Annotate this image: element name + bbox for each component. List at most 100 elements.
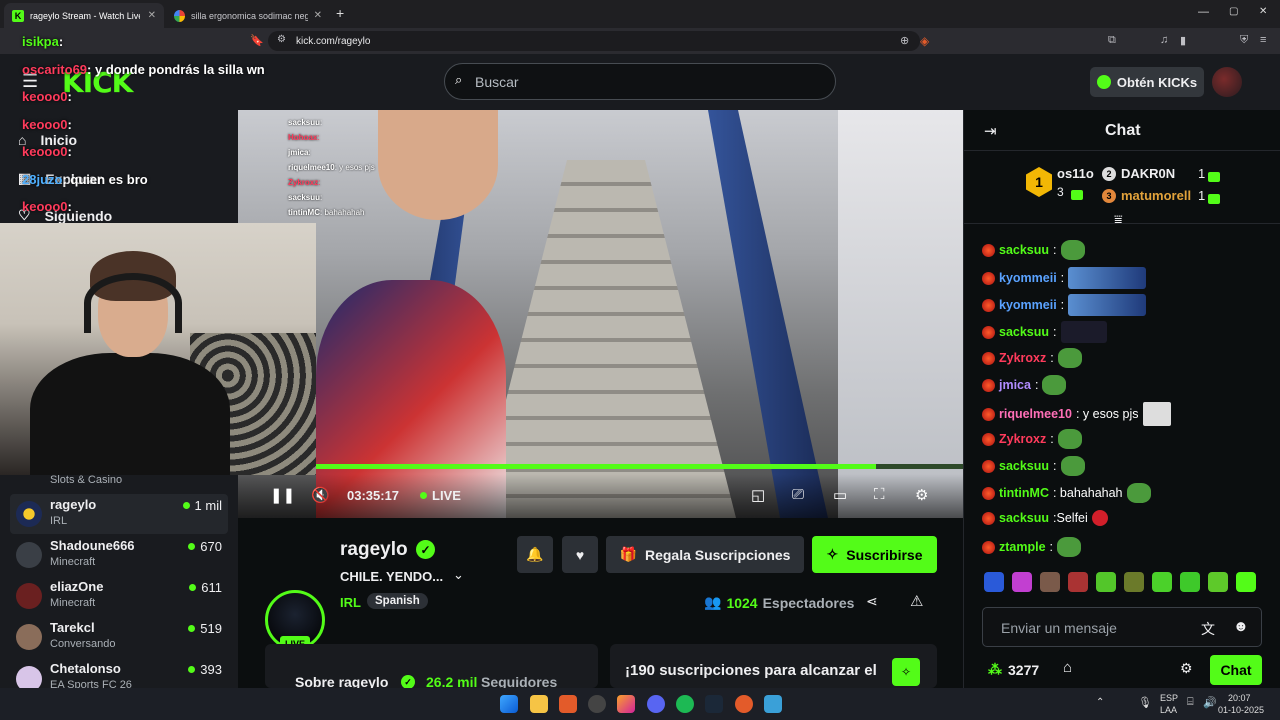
chat-settings-gear-icon[interactable]: ⚙ xyxy=(1180,660,1193,677)
chat-emote-icon[interactable] xyxy=(1068,267,1147,289)
sidebar-channel-chetalonso[interactable]: Chetalonso EA Sports FC 26 393 xyxy=(10,658,228,688)
emote-icon[interactable] xyxy=(1236,572,1256,592)
sidebar-icon[interactable]: ▮ xyxy=(1180,34,1186,47)
follow-heart-button[interactable]: ♥ xyxy=(562,536,598,573)
chat-emote-icon[interactable] xyxy=(1057,348,1082,368)
windows-start-icon[interactable] xyxy=(500,695,518,713)
zoom-icon[interactable]: ⊕ xyxy=(900,34,909,47)
chat-username[interactable]: kyommeii xyxy=(999,298,1057,312)
theater-mode-button[interactable]: ▭ xyxy=(833,486,847,504)
discord-icon[interactable] xyxy=(647,695,665,713)
close-tab-icon[interactable]: ✕ xyxy=(148,10,156,21)
vpn-icon[interactable]: ⛨ xyxy=(1240,34,1248,47)
share-icon[interactable]: ⋖ xyxy=(866,593,878,610)
collapse-chat-icon[interactable]: ⇥ xyxy=(984,122,997,140)
translate-icon[interactable]: 文 xyxy=(1201,619,1215,639)
chat-username[interactable]: Zykroxz xyxy=(999,351,1046,365)
volume-icon[interactable]: 🔊 xyxy=(1203,696,1217,709)
settings-gear-icon[interactable]: ⚙ xyxy=(915,486,928,504)
network-icon[interactable]: ⌸ xyxy=(1187,696,1194,709)
instagram-icon[interactable] xyxy=(617,695,635,713)
chat-emote-icon[interactable] xyxy=(1091,510,1108,526)
sidebar-channel-shadoune666[interactable]: Shadoune666 Minecraft 670 xyxy=(10,535,228,575)
emoji-icon[interactable]: ☻ xyxy=(1233,618,1249,635)
chat-username[interactable]: sacksuu xyxy=(999,511,1049,525)
miniplayer-button[interactable]: ◱ xyxy=(751,486,765,504)
sparkle-icon[interactable]: ✧ xyxy=(892,658,920,686)
chat-emote-icon[interactable] xyxy=(1068,294,1147,316)
chat-emote-icon[interactable] xyxy=(1042,375,1067,395)
language-indicator[interactable]: ESP xyxy=(1160,693,1178,703)
menu-icon[interactable]: ≡ xyxy=(1260,34,1266,46)
extensions-icon[interactable]: ⧉ xyxy=(1108,34,1116,47)
chat-username[interactable]: sacksuu xyxy=(999,243,1049,257)
video-player[interactable]: sacksuu: Hohoax: jmica: riquelmee10: y e… xyxy=(238,110,963,518)
tray-chevron-icon[interactable]: ⌃ xyxy=(1096,697,1104,708)
chat-username[interactable]: jmica xyxy=(999,378,1031,392)
brave-shield-icon[interactable]: ◈ xyxy=(920,34,929,48)
clip-button[interactable]: ⎚ xyxy=(792,486,804,503)
sidebar-channel-rageylo[interactable]: rageylo IRL 1 mil xyxy=(10,494,228,534)
app-icon[interactable] xyxy=(588,695,606,713)
file-explorer-icon[interactable] xyxy=(530,695,548,713)
chat-username[interactable]: Zykroxz xyxy=(999,432,1046,446)
chat-emote-icon[interactable] xyxy=(1060,321,1107,343)
chat-username[interactable]: ztample xyxy=(999,540,1046,554)
chat-username[interactable]: tintinMC xyxy=(999,486,1049,500)
chat-username[interactable]: sacksuu xyxy=(999,459,1049,473)
kick-points[interactable]: ⁂ 3277 xyxy=(988,661,1039,678)
get-kicks-button[interactable]: Obtén KICKs xyxy=(1090,67,1204,97)
chat-username[interactable]: kyommeii xyxy=(999,271,1057,285)
tab-kick[interactable]: K rageylo Stream - Watch Live on ✕ xyxy=(4,3,164,28)
sidebar-channel-tarekcl[interactable]: Tarekcl Conversando 519 xyxy=(10,617,228,657)
category-link[interactable]: IRL xyxy=(340,595,361,610)
leaderboard-name[interactable]: os11o xyxy=(1057,166,1094,181)
channel-name-heading[interactable]: rageylo xyxy=(340,539,408,561)
expand-leaderboard-icon[interactable]: ⩸ xyxy=(1114,211,1123,228)
chat-emote-icon[interactable] xyxy=(1126,483,1151,503)
new-tab-button[interactable]: + xyxy=(336,5,344,21)
sidebar-channel-eliazone[interactable]: eliazOne Minecraft 611 xyxy=(10,576,228,616)
url-field[interactable]: ⚙ kick.com/rageylo ⊕ ◈ xyxy=(268,31,929,51)
media-icon[interactable]: ♫ xyxy=(1160,34,1168,46)
pause-button[interactable]: ❚❚ xyxy=(270,486,295,504)
clock-time[interactable]: 20:07 xyxy=(1228,693,1251,703)
tab-google[interactable]: silla ergonomica sodimac negras - G ✕ xyxy=(166,3,330,28)
emote-icon[interactable] xyxy=(1124,572,1144,592)
emote-icon[interactable] xyxy=(1012,572,1032,592)
chat-emote-icon[interactable] xyxy=(1057,429,1082,449)
leaderboard-name[interactable]: matumorell xyxy=(1121,188,1191,203)
send-chat-button[interactable]: Chat xyxy=(1210,655,1262,685)
emote-icon[interactable] xyxy=(1068,572,1088,592)
search-input[interactable]: ⌕ Buscar xyxy=(444,63,836,100)
mute-button[interactable]: 🔇 xyxy=(311,486,330,504)
emote-icon[interactable] xyxy=(1208,572,1228,592)
minimize-button[interactable]: — xyxy=(1198,6,1209,18)
emote-icon[interactable] xyxy=(1180,572,1200,592)
bookmark-icon[interactable]: 🔖 xyxy=(250,34,264,47)
chat-input[interactable]: Enviar un mensaje 文 ☻ xyxy=(982,607,1262,647)
site-settings-icon[interactable]: ⚙ xyxy=(277,34,286,45)
user-avatar[interactable] xyxy=(1212,67,1242,97)
close-window-button[interactable]: ✕ xyxy=(1259,6,1267,17)
mic-icon[interactable]: 🎙 xyxy=(1138,696,1152,709)
chat-emote-icon[interactable] xyxy=(1057,537,1082,557)
chat-emote-icon[interactable] xyxy=(1060,240,1085,260)
fullscreen-button[interactable]: ⛶ xyxy=(874,486,885,503)
chat-emote-icon[interactable] xyxy=(1060,456,1085,476)
store-icon[interactable]: ⌂ xyxy=(1063,659,1072,676)
brave-browser-icon[interactable] xyxy=(559,695,577,713)
emote-icon[interactable] xyxy=(1152,572,1172,592)
subscribe-button[interactable]: ✧ Suscribirse xyxy=(812,536,937,573)
emote-icon[interactable] xyxy=(1040,572,1060,592)
chat-emote-icon[interactable] xyxy=(1142,402,1171,426)
language-tag[interactable]: Spanish xyxy=(367,593,428,609)
brave-icon[interactable] xyxy=(735,695,753,713)
chevron-down-icon[interactable]: ⌄ xyxy=(453,567,464,583)
steam-icon[interactable] xyxy=(705,695,723,713)
notification-bell-button[interactable]: 🔔 xyxy=(517,536,553,573)
chat-username[interactable]: riquelmee10 xyxy=(999,407,1072,421)
report-warning-icon[interactable]: ⚠ xyxy=(910,592,923,610)
emote-icon[interactable] xyxy=(984,572,1004,592)
leaderboard-name[interactable]: DAKR0N xyxy=(1121,166,1175,181)
